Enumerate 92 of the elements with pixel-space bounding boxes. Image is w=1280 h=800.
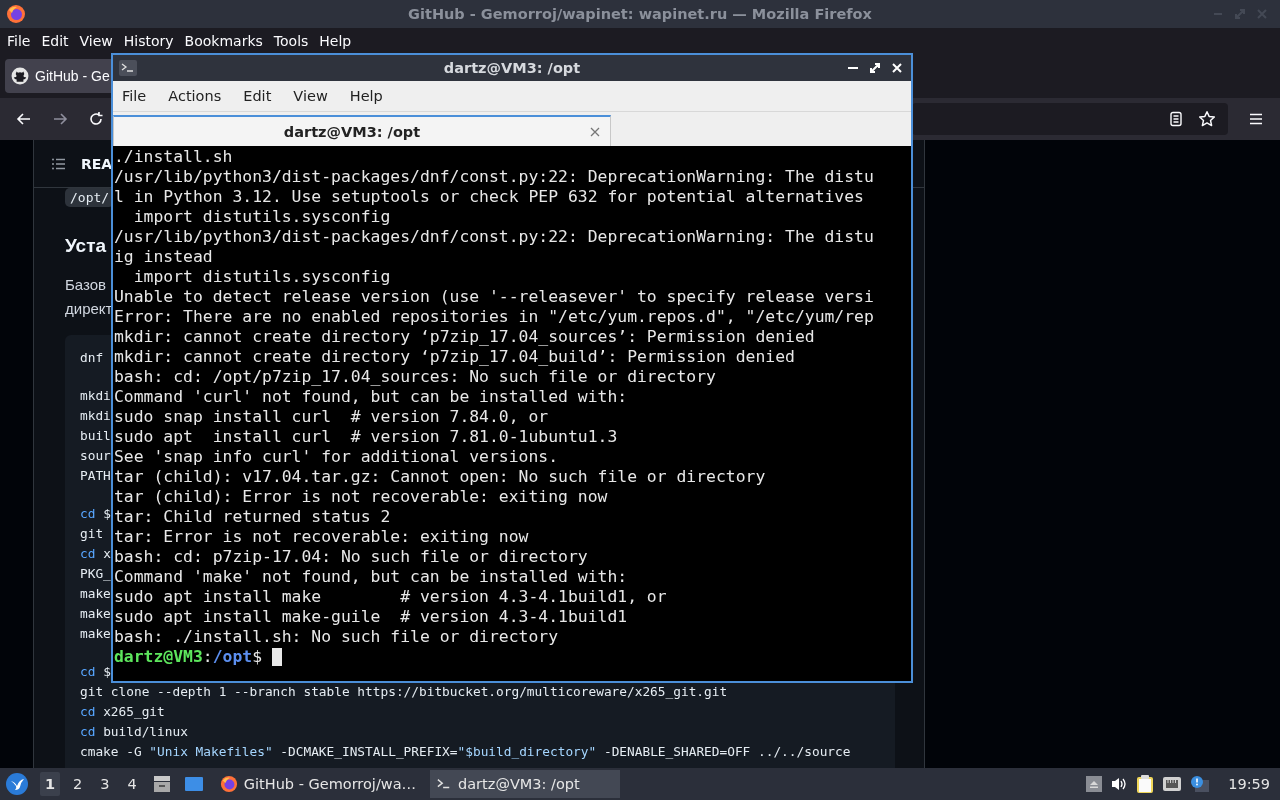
terminal-output: tar: Child returned status 2 — [114, 507, 391, 527]
reload-icon[interactable] — [88, 111, 104, 127]
menu-item[interactable]: File — [122, 88, 147, 104]
terminal-icon — [119, 60, 137, 76]
volume-icon[interactable] — [1110, 776, 1129, 792]
terminal-output: tar (child): v17.04.tar.gz: Cannot open: No such file or directory — [114, 467, 766, 487]
workspace-button[interactable]: 1 — [40, 772, 61, 796]
menu-item[interactable]: Help — [349, 88, 383, 104]
terminal-output: Unable to detect release version (use '--releasever' to specify release versi — [114, 287, 874, 307]
code-line: git clone --depth 1 --branch stable https://bitbucket.org/multicoreware/x265_git.git — [80, 684, 728, 699]
terminal-output: l in Python 3.12. Use setuptools or check PEP 632 for potential alternatives — [114, 187, 864, 207]
terminal-output: sudo apt install make # version 4.3-4.1build1, or — [114, 587, 667, 607]
octocat-icon — [11, 67, 29, 85]
menu-item[interactable]: Bookmarks — [184, 33, 263, 49]
code-line: PATH — [80, 468, 111, 483]
reader-view-icon[interactable] — [1168, 111, 1184, 127]
terminal-window[interactable] — [111, 53, 913, 683]
desktop-icon[interactable] — [183, 774, 204, 794]
window-title: dartz@VM3: /opt — [443, 60, 581, 76]
terminal-output: import distutils.sysconfig — [132, 207, 391, 227]
code-line: make — [80, 626, 111, 641]
clock: 19:59 — [1228, 776, 1270, 792]
browser-tab[interactable]: GitHub - Ge — [5, 59, 111, 93]
terminal-output: ig instead — [114, 247, 213, 267]
menu-item[interactable]: Help — [319, 33, 352, 49]
workspace-button[interactable]: 2 — [68, 772, 88, 796]
code-line: cd $ — [80, 664, 111, 679]
code-line: cd build/linux — [80, 724, 188, 739]
browser-icon — [6, 4, 26, 24]
start-menu-icon[interactable] — [6, 773, 28, 795]
back-icon[interactable] — [16, 111, 32, 127]
workspace-button[interactable]: 3 — [95, 772, 115, 796]
code-line: git — [80, 526, 104, 541]
taskbar-button[interactable]: GitHub - Gemorroj/wa… — [213, 770, 423, 798]
terminal-output: sudo apt install make-guile # version 4.3-4.1build1 — [114, 607, 628, 627]
shell-prompt: dartz@VM3:/opt$ — [114, 647, 263, 667]
menu-item[interactable]: File — [7, 33, 31, 49]
terminal-output: sudo snap install curl # version 7.84.0, or — [114, 407, 549, 427]
code-line: buil — [80, 428, 111, 443]
code-line: cd x — [80, 546, 111, 561]
terminal-output: mkdir: cannot create directory ‘p7zip_17.04_sources’: Permission denied — [114, 327, 815, 347]
code-line: cd $ — [80, 506, 111, 521]
code-line: mkdi — [80, 388, 111, 403]
menu-item[interactable]: Actions — [168, 88, 222, 104]
browser-icon — [219, 775, 238, 793]
forward-icon[interactable] — [52, 111, 68, 127]
menu-item[interactable]: View — [79, 33, 113, 49]
terminal-output: bash: ./install.sh: No such file or directory — [114, 627, 559, 647]
terminal-tab[interactable]: dartz@VM3: /opt — [113, 115, 611, 146]
section-heading: Уста — [65, 234, 107, 258]
code-line: make — [80, 606, 111, 621]
notification-icon[interactable] — [1190, 775, 1211, 793]
paragraph-text: директ — [65, 299, 113, 319]
menu-item[interactable]: Edit — [41, 33, 69, 49]
terminal-output: Error: There are no enabled repositories in "/etc/yum.repos.d", "/etc/yum/rep — [114, 307, 874, 327]
terminal-output: bash: cd: p7zip-17.04: No such file or directory — [114, 547, 588, 567]
terminal-output: tar (child): Error is not recoverable: exiting now — [114, 487, 608, 507]
code-line: mkdi — [80, 408, 111, 423]
clipboard-icon[interactable] — [1136, 774, 1155, 794]
window-title: GitHub - Gemorroj/wapinet: wapinet.ru — Mozilla Firefox — [408, 6, 872, 22]
terminal-output: import distutils.sysconfig — [132, 267, 391, 287]
eject-icon[interactable] — [1086, 776, 1103, 792]
terminal-output: tar: Error is not recoverable: exiting now — [114, 527, 529, 547]
terminal-output: /usr/lib/python3/dist-packages/dnf/const.py:22: DeprecationWarning: The distu — [114, 227, 874, 247]
terminal-output: Command 'curl' not found, but can be installed with: — [114, 387, 628, 407]
menu-icon[interactable] — [1248, 111, 1264, 127]
address-bar[interactable] — [912, 103, 1228, 135]
workspace-button[interactable]: 4 — [122, 772, 142, 796]
code-line: cmake -G "Unix Makefiles" -DCMAKE_INSTALL_PREFIX="$build_directory" -DENABLE_SHARED=OFF ../../source — [80, 744, 851, 759]
code-line: sour — [80, 448, 111, 463]
text-cursor — [272, 648, 283, 666]
terminal-output: mkdir: cannot create directory ‘p7zip_17.04_build’: Permission denied — [114, 347, 795, 367]
code-line: make — [80, 586, 111, 601]
menu-item[interactable]: View — [293, 88, 328, 104]
code-line: cd x265_git — [80, 704, 165, 719]
terminal-output: See 'snap info curl' for additional versions. — [114, 447, 559, 467]
star-icon[interactable] — [1198, 110, 1216, 128]
menu-item[interactable]: History — [123, 33, 174, 49]
taskbar-button[interactable]: dartz@VM3: /opt — [430, 770, 621, 798]
readme-title: REA — [81, 155, 113, 172]
network-icon[interactable] — [1162, 776, 1183, 792]
menu-item[interactable]: Tools — [273, 33, 309, 49]
terminal-output: ./install.sh — [114, 147, 233, 167]
file-cabinet-icon[interactable] — [151, 774, 172, 794]
paragraph-text: Базов — [65, 275, 108, 295]
code-line: dnf — [80, 350, 104, 365]
terminal-output: /usr/lib/python3/dist-packages/dnf/const.py:22: DeprecationWarning: The distu — [114, 167, 874, 187]
terminal-output: Command 'make' not found, but can be installed with: — [114, 567, 628, 587]
menu-item[interactable]: Edit — [243, 88, 272, 104]
code-line: PKG_ — [80, 566, 111, 581]
terminal-output: sudo apt install curl # version 7.81.0-1ubuntu1.3 — [114, 427, 618, 447]
terminal-output: bash: cd: /opt/p7zip_17.04_sources: No such file or directory — [114, 367, 716, 387]
